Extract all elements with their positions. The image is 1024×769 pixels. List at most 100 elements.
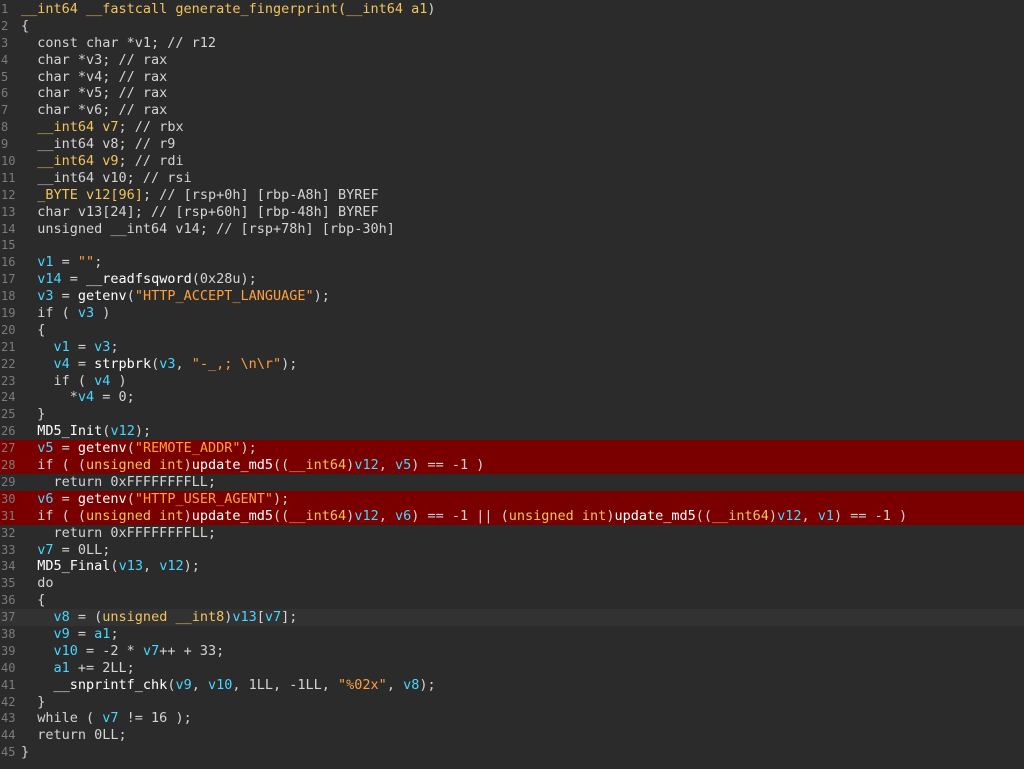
code-line[interactable]: 2{	[0, 18, 1024, 35]
code-line[interactable]: 35 do	[0, 575, 1024, 592]
code-token-var: v3	[94, 338, 111, 355]
code-token-kw: unsigned int	[86, 507, 184, 524]
code-token-plain: ,	[378, 457, 395, 474]
code-token-kw: __int64 v9	[37, 153, 119, 170]
code-token-plain: = 0LL;	[53, 541, 111, 558]
code-line[interactable]: 29 return 0xFFFFFFFFLL;	[0, 474, 1024, 491]
line-number: 17	[1, 272, 16, 287]
code-line[interactable]: 8 __int64 v7; // rbx	[0, 119, 1024, 136]
code-token-var: v3	[77, 305, 95, 322]
code-line[interactable]: 7 char *v6; // rax	[0, 102, 1024, 119]
code-line[interactable]: 22 v4 = strpbrk(v3, "-_,; \n\r");	[0, 356, 1024, 373]
pseudocode-editor[interactable]: 1 __int64 __fastcall generate_fingerprint…	[0, 0, 1024, 769]
code-line[interactable]: 1 __int64 __fastcall generate_fingerprint…	[0, 1, 1024, 18]
code-line-highlighted[interactable]: 31 if ( (unsigned int)update_md5((__int6…	[0, 507, 1024, 525]
code-token-plain: ;	[94, 254, 103, 271]
code-token-plain: ) == -1 )	[411, 457, 485, 474]
code-text: if ( (unsigned int)update_md5((__int64)v…	[21, 508, 1024, 525]
code-line[interactable]: 9 __int64 v8; // r9	[0, 136, 1024, 153]
code-lines: 1 __int64 __fastcall generate_fingerprint…	[0, 1, 1024, 761]
code-line[interactable]: 18 v3 = getenv("HTTP_ACCEPT_LANGUAGE");	[0, 288, 1024, 305]
line-number: 41	[1, 677, 16, 692]
line-number: 11	[1, 170, 16, 185]
code-line[interactable]: 14 unsigned __int64 v14; // [rsp+78h] [r…	[0, 221, 1024, 238]
code-line[interactable]: 41 __snprintf_chk(v9, v10, 1LL, -1LL, "%…	[0, 677, 1024, 694]
code-line[interactable]: 25 }	[0, 406, 1024, 423]
line-number: 24	[1, 390, 16, 405]
code-line[interactable]: 13 char v13[24]; // [rsp+60h] [rbp-48h] …	[0, 204, 1024, 221]
code-text: {	[21, 592, 1024, 609]
line-number: 26	[1, 424, 16, 439]
code-text: if ( v3 )	[21, 305, 1024, 322]
code-token-plain: ((	[695, 507, 713, 524]
code-line-highlighted[interactable]: 30 v6 = getenv("HTTP_USER_AGENT");	[0, 490, 1024, 508]
code-token-plain: ; // rdi	[118, 153, 184, 170]
code-token-plain: =	[69, 355, 95, 372]
code-token-plain: =	[69, 338, 95, 355]
code-text: char *v5; // rax	[21, 85, 1024, 102]
code-line[interactable]: 3 const char *v1; // r12	[0, 35, 1024, 52]
code-line[interactable]: 37 v8 = (unsigned __int8)v13[v7];	[0, 609, 1024, 626]
code-line[interactable]: 15	[0, 237, 1024, 254]
code-line[interactable]: 5 char *v4; // rax	[0, 69, 1024, 86]
code-token-var: v4	[94, 372, 111, 389]
code-text: v14 = __readfsqword(0x28u);	[21, 271, 1024, 288]
code-text: v7 = 0LL;	[21, 542, 1024, 559]
code-token-var: v12	[354, 507, 379, 524]
code-line[interactable]: 4 char *v3; // rax	[0, 52, 1024, 69]
code-line[interactable]: 39 v10 = -2 * v7++ + 33;	[0, 643, 1024, 660]
code-line[interactable]: 20 {	[0, 322, 1024, 339]
code-token-plain: (0x28u);	[191, 271, 257, 288]
code-token-plain: *	[21, 389, 78, 406]
code-line[interactable]: 12 _BYTE v12[96]; // [rsp+0h] [rbp-A8h] …	[0, 187, 1024, 204]
code-line[interactable]: 17 v14 = __readfsqword(0x28u);	[0, 271, 1024, 288]
code-line[interactable]: 33 v7 = 0LL;	[0, 542, 1024, 559]
code-token-fn: update_md5	[191, 457, 273, 474]
code-line[interactable]: 23 if ( v4 )	[0, 373, 1024, 390]
code-line[interactable]: 38 v9 = a1;	[0, 626, 1024, 643]
code-line[interactable]: 19 if ( v3 )	[0, 305, 1024, 322]
code-token-plain: if (	[21, 305, 78, 322]
code-line[interactable]: 36 {	[0, 592, 1024, 609]
code-text: v8 = (unsigned __int8)v13[v7];	[21, 609, 1024, 626]
code-token-plain: if (	[21, 372, 95, 389]
code-token-plain: char *v6; // rax	[21, 102, 168, 119]
code-line[interactable]: 6 char *v5; // rax	[0, 85, 1024, 102]
code-line[interactable]: 40 a1 += 2LL;	[0, 660, 1024, 677]
code-line[interactable]: 26 MD5_Init(v12);	[0, 423, 1024, 440]
code-line[interactable]: 11 __int64 v10; // rsi	[0, 170, 1024, 187]
code-line[interactable]: 45}	[0, 744, 1024, 761]
line-number: 20	[1, 322, 16, 337]
code-text: }	[21, 694, 1024, 711]
code-line[interactable]: 10 __int64 v9; // rdi	[0, 153, 1024, 170]
code-token-plain: ; // [rsp+0h] [rbp-A8h] BYREF	[142, 186, 379, 203]
code-line[interactable]: 42 }	[0, 694, 1024, 711]
code-line[interactable]: 32 return 0xFFFFFFFFLL;	[0, 525, 1024, 542]
code-line[interactable]: 44 return 0LL;	[0, 727, 1024, 744]
code-line[interactable]: 16 v1 = "";	[0, 254, 1024, 271]
code-token-plain: }	[21, 744, 30, 761]
code-token-fn: getenv	[77, 288, 127, 305]
code-token-plain: ++ + 33;	[159, 642, 225, 659]
code-token-var: v9	[175, 676, 192, 693]
code-line[interactable]: 24 *v4 = 0;	[0, 389, 1024, 406]
code-line[interactable]: 43 while ( v7 != 16 );	[0, 710, 1024, 727]
code-line[interactable]: 21 v1 = v3;	[0, 339, 1024, 356]
code-token-kw: _BYTE v12[96]	[37, 186, 143, 203]
code-token-plain: );	[240, 440, 257, 457]
code-token-plain: ,	[191, 676, 208, 693]
code-token-plain: unsigned __int64 v14; // [rsp+78h] [rbp-…	[21, 220, 395, 237]
code-token-var: v5	[37, 440, 54, 457]
code-line-highlighted[interactable]: 27 v5 = getenv("REMOTE_ADDR");	[0, 440, 1024, 458]
code-text: return 0LL;	[21, 727, 1024, 744]
line-number: 31	[1, 508, 16, 523]
code-token-plain: ,	[175, 355, 192, 372]
code-line-highlighted[interactable]: 28 if ( (unsigned int)update_md5((__int6…	[0, 457, 1024, 474]
code-token-plain: =	[53, 440, 78, 457]
code-line[interactable]: 34 MD5_Final(v13, v12);	[0, 558, 1024, 575]
